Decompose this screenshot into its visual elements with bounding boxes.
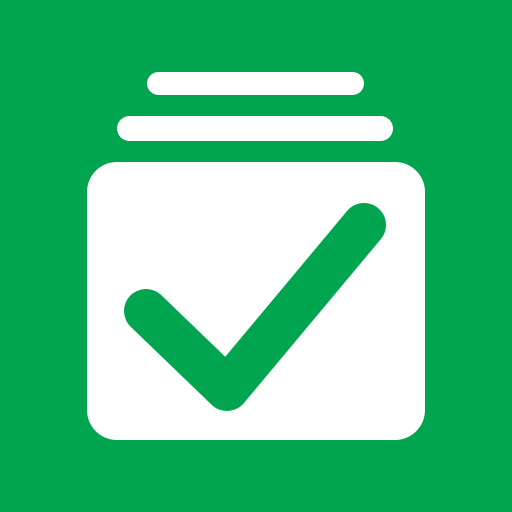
app-icon [0,0,512,512]
checklist-cards-icon [0,0,512,512]
stack-layer-top [147,72,364,95]
stack-layer-middle [117,116,393,141]
